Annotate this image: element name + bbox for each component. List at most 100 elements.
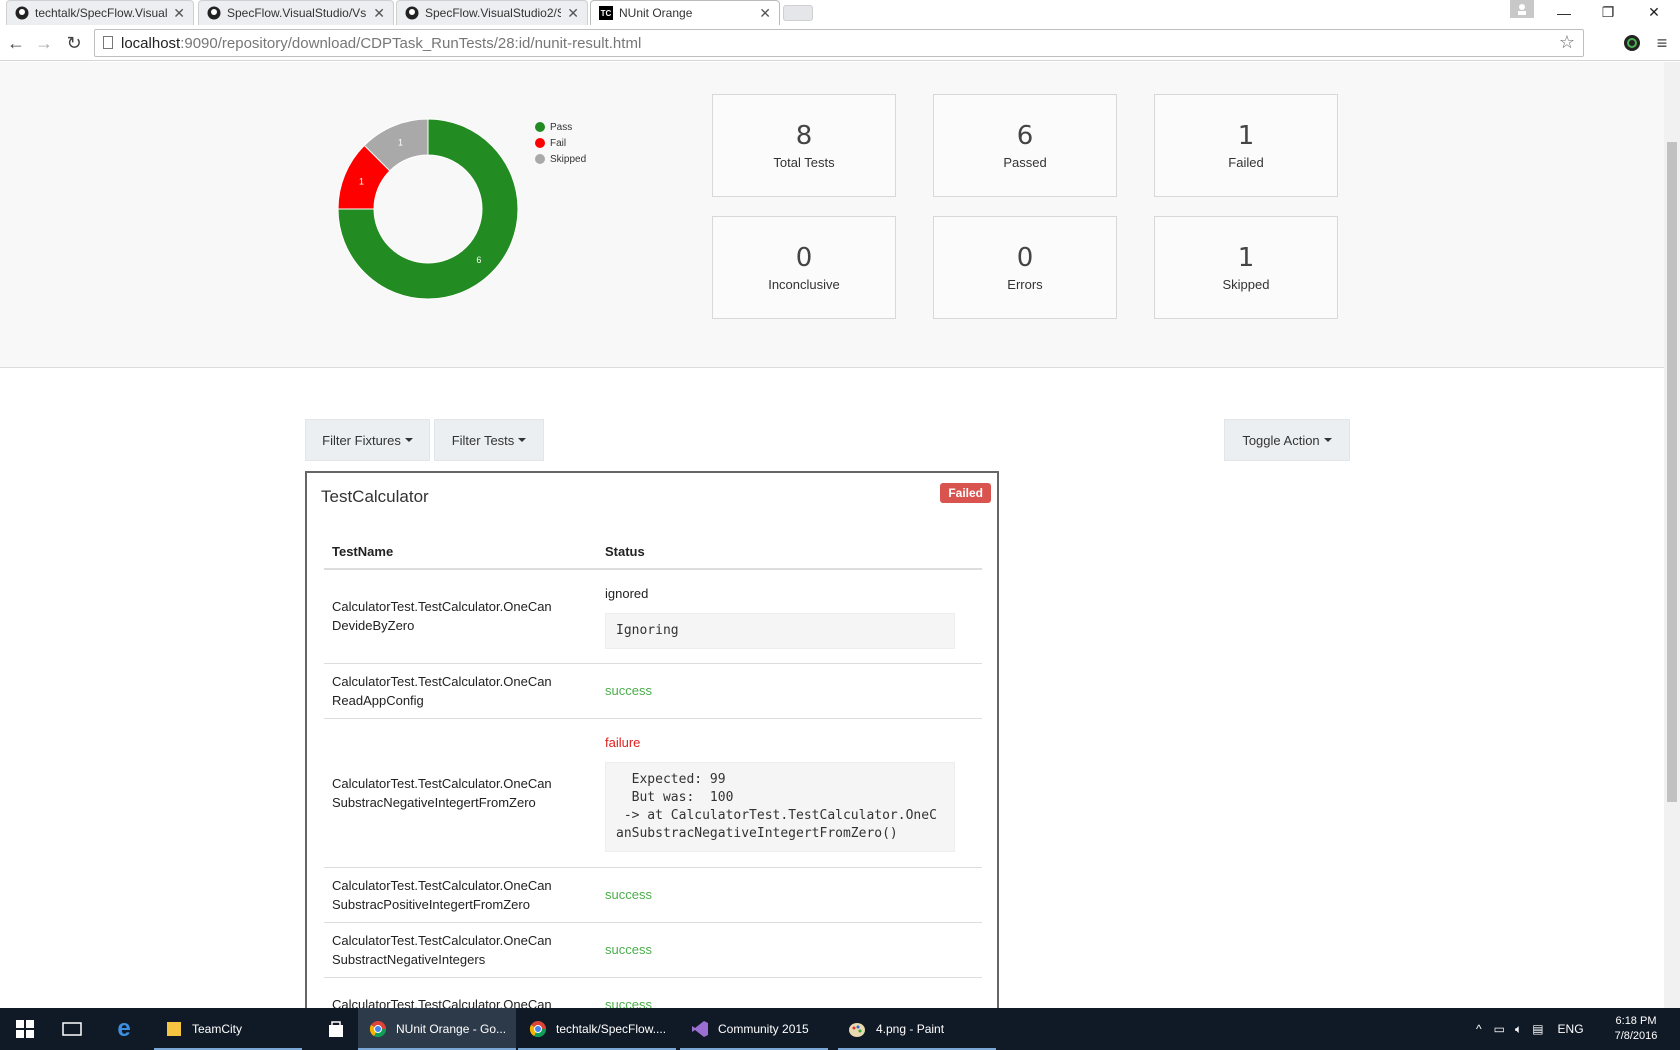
taskbar-edge[interactable]: e [104,1008,148,1050]
test-name: CalculatorTest.TestCalculator.OneCan [324,976,597,1008]
caret-down-icon [404,438,413,442]
volume-icon[interactable]: 🔈︎ [1515,1022,1522,1037]
close-icon[interactable]: ✕ [567,5,579,22]
network-icon[interactable]: ▭ [1494,1022,1505,1036]
test-status-cell: success [597,921,982,977]
test-name: CalculatorTest.TestCalculator.OneCan Subs… [324,717,597,867]
button-label: Filter Tests [451,432,515,448]
test-message: Ignoring [605,612,955,649]
legend-swatch [535,154,545,164]
clock[interactable]: 6:18 PM 7/8/2016 [1604,1014,1668,1044]
address-bar[interactable]: localhost:9090/repository/download/CDPTa… [94,29,1584,57]
teamcity-icon: TC [599,6,613,20]
close-icon[interactable]: ✕ [373,5,385,22]
start-button[interactable] [6,1008,42,1050]
page-scrollbar[interactable] [1664,62,1680,1008]
close-icon[interactable]: ✕ [173,5,185,22]
test-name: CalculatorTest.TestCalculator.OneCan Devi… [324,568,597,663]
stat-value: 8 [795,121,813,151]
notifications-icon[interactable]: ▤ [1532,1022,1543,1036]
bookmark-star-icon[interactable]: ☆ [1559,32,1575,53]
chart-legend: Pass Fail Skipped [535,119,586,167]
browser-tab-2[interactable]: SpecFlow.VisualStudio/Vs ✕ [198,0,394,25]
donut-data-label: 1 [398,137,403,147]
restore-icon[interactable]: ❐ [1586,0,1630,25]
taskbar-label: techtalk/SpecFlow.... [556,1022,667,1036]
test-status-cell: success [597,976,982,1008]
stat-label: Passed [1003,155,1047,170]
button-label: Filter Fixtures [322,432,401,448]
table-row: CalculatorTest.TestCalculator.OneCan Subs… [324,717,982,867]
test-message: Expected: 99 But was: 100 -> at Calculat… [605,762,955,852]
test-status: success [605,683,652,698]
chevron-up-icon[interactable]: ^ [1476,1022,1482,1036]
browser-tab-active[interactable]: TC NUnit Orange ✕ [590,0,780,25]
summary-section: 6 1 1 Pass Fail Skipped 8 Total Tests 6 Pa… [0,62,1664,368]
language-indicator[interactable]: ENG [1558,1022,1584,1036]
table-header-row: TestName Status [324,535,982,570]
system-tray: ^ ▭ 🔈︎ ▤ ENG [1476,1008,1584,1050]
task-view-icon [62,1019,82,1039]
taskbar-item-paint[interactable]: 4.png - Paint [838,1008,996,1050]
github-icon [207,6,221,20]
forward-icon[interactable]: → [32,31,56,55]
tests-table: TestName Status CalculatorTest.TestCalcu… [324,535,982,1008]
stat-card-failed: 1 Failed [1154,94,1338,197]
url-host: localhost [121,34,181,52]
test-name: CalculatorTest.TestCalculator.OneCan Read… [324,662,597,718]
close-window-icon[interactable]: ✕ [1632,0,1676,25]
taskbar-item-visual-studio[interactable]: Community 2015 [680,1008,828,1050]
back-icon[interactable]: ← [4,31,28,55]
taskbar-item-techtalk-chrome[interactable]: techtalk/SpecFlow.... [518,1008,676,1050]
new-tab-button[interactable] [783,5,813,21]
filter-tests-button[interactable]: Filter Tests [434,419,544,461]
test-status: ignored [605,585,649,601]
user-icon[interactable] [1510,0,1534,18]
test-status: failure [605,735,641,750]
github-icon [405,6,419,20]
edge-icon: e [117,1015,131,1042]
test-status-cell: ignored Ignoring [597,568,982,663]
caret-down-icon [518,438,527,442]
legend-swatch [535,122,545,132]
page-icon [103,36,113,49]
reload-icon[interactable]: ↻ [62,31,86,55]
taskbar-item-nunit-chrome[interactable]: NUnit Orange - Go... [358,1008,516,1050]
toggle-action-button[interactable]: Toggle Action [1224,419,1350,461]
legend-label: Pass [550,121,573,133]
stat-card-errors: 0 Errors [933,216,1117,319]
button-label: Toggle Action [1242,432,1320,448]
legend-label: Skipped [550,153,587,165]
scrollbar-thumb[interactable] [1667,142,1677,802]
stat-value: 0 [1016,243,1034,273]
task-view-button[interactable] [52,1008,92,1050]
menu-icon[interactable]: ≡ [1650,31,1674,55]
table-row: CalculatorTest.TestCalculator.OneCan Subs… [324,921,982,977]
results-donut-chart: 6 1 1 [337,118,519,300]
caret-down-icon [1323,438,1332,442]
donut-data-label: 1 [359,176,364,186]
legend-item: Pass [535,119,586,135]
legend-swatch [535,138,545,148]
test-name: CalculatorTest.TestCalculator.OneCan Subs… [324,921,597,977]
taskbar-store[interactable] [316,1008,356,1050]
browser-tab-3[interactable]: SpecFlow.VisualStudio2/S ✕ [396,0,588,25]
column-header-testname: TestName [324,535,597,570]
tab-bar: techtalk/SpecFlow.VisualS ✕ SpecFlow.Vis… [0,0,1680,25]
taskbar-item-teamcity[interactable]: TeamCity [154,1008,302,1050]
stat-card-inconclusive: 0 Inconclusive [712,216,896,319]
donut-data-label: 6 [476,255,481,265]
filter-fixtures-button[interactable]: Filter Fixtures [305,419,430,461]
visual-studio-icon [690,1019,710,1039]
minimize-icon[interactable]: — [1542,0,1586,25]
stat-value: 1 [1237,121,1255,151]
chrome-icon [528,1019,548,1039]
browser-tab-1[interactable]: techtalk/SpecFlow.VisualS ✕ [6,0,194,25]
stat-label: Skipped [1222,277,1270,292]
table-row: CalculatorTest.TestCalculator.OneCan suc… [324,976,982,1008]
close-icon[interactable]: ✕ [759,5,771,22]
column-header-status: Status [597,535,982,570]
extension-icon[interactable] [1620,31,1644,55]
taskbar-label: Community 2015 [718,1022,809,1036]
windows-taskbar: e TeamCity NUnit Orange - Go... techtalk… [0,1008,1680,1050]
